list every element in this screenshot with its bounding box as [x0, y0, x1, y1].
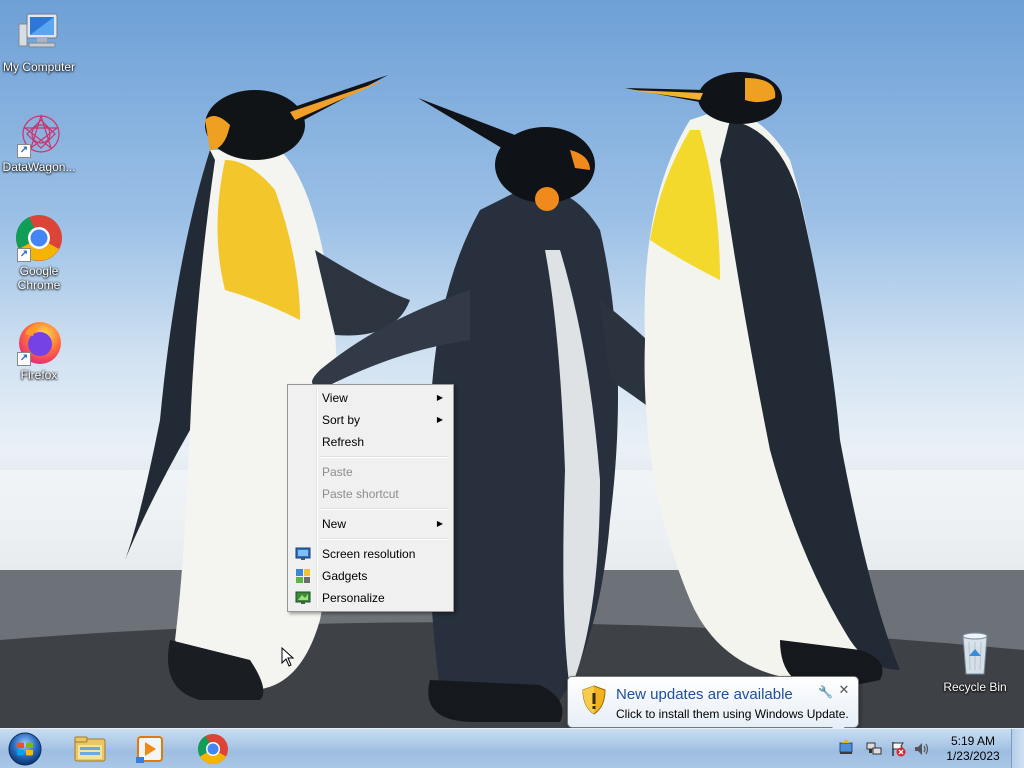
submenu-arrow-icon: ▶ — [436, 393, 443, 402]
menu-item-label: Screen resolution — [322, 547, 416, 561]
menu-item-paste-shortcut: Paste shortcut — [290, 483, 451, 505]
menu-item-gadgets[interactable]: Gadgets — [290, 565, 451, 587]
clock-date: 1/23/2023 — [946, 749, 1000, 763]
taskbar-clock[interactable]: 5:19 AM 1/23/2023 — [938, 734, 1008, 764]
notification-options-icon[interactable]: 🔧 — [818, 685, 833, 699]
desktop-icon-my-computer[interactable]: My Computer — [0, 10, 78, 74]
network-icon[interactable] — [866, 741, 882, 757]
menu-item-label: Personalize — [322, 591, 385, 605]
windows-update-tray-icon[interactable] — [838, 739, 854, 755]
desktop-icon-firefox[interactable]: ↗ Firefox — [0, 318, 78, 382]
menu-item-label: View — [322, 391, 348, 405]
menu-item-label: Sort by — [322, 413, 361, 427]
folder-icon — [74, 736, 106, 762]
menu-item-label: New — [322, 517, 347, 531]
desktop-context-menu: View ▶ Sort by ▶ Refresh Paste Paste sho… — [287, 384, 454, 612]
taskbar-google-chrome[interactable] — [185, 731, 241, 767]
volume-icon[interactable] — [914, 741, 930, 757]
clock-time: 5:19 AM — [950, 734, 996, 748]
mouse-cursor-icon — [281, 647, 295, 667]
desktop-icon-label: Firefox — [20, 368, 58, 382]
shortcut-arrow-icon: ↗ — [17, 352, 31, 366]
media-player-icon — [136, 736, 163, 763]
menu-item-label: Paste shortcut — [322, 487, 399, 501]
computer-icon — [15, 10, 63, 58]
taskbar-windows-explorer[interactable] — [62, 731, 118, 767]
desktop-icon-label: DataWagon... — [2, 160, 76, 174]
firefox-icon: ↗ — [15, 318, 63, 366]
taskbar-windows-media-player[interactable] — [122, 731, 178, 767]
menu-item-screen-resolution[interactable]: Screen resolution — [290, 543, 451, 565]
menu-item-refresh[interactable]: Refresh — [290, 431, 451, 453]
menu-separator — [320, 453, 451, 461]
start-button[interactable] — [5, 731, 45, 767]
chrome-icon: ↗ — [15, 214, 63, 262]
screen-resolution-icon — [295, 547, 311, 560]
penguins-wallpaper-image — [0, 72, 1024, 728]
menu-item-label: Gadgets — [322, 569, 368, 583]
notification-close-button[interactable]: ✕ — [837, 682, 851, 698]
gadgets-icon — [296, 569, 310, 583]
menu-item-label: Refresh — [322, 435, 365, 449]
menu-item-personalize[interactable]: Personalize — [290, 587, 451, 609]
menu-item-label: Paste — [322, 465, 353, 479]
menu-item-new[interactable]: New ▶ — [290, 513, 451, 535]
chrome-icon — [197, 734, 228, 765]
desktop-icon-google-chrome[interactable]: ↗ Google Chrome — [0, 214, 78, 292]
security-shield-icon — [582, 685, 606, 715]
desktop-icon-datawagon[interactable]: ↗ DataWagon... — [0, 110, 78, 174]
show-desktop-button[interactable] — [1011, 729, 1024, 768]
desktop-icon-label: Recycle Bin — [943, 680, 1007, 694]
desktop-icon-recycle-bin[interactable]: Recycle Bin — [936, 630, 1014, 694]
datawagon-icon: ↗ — [15, 110, 63, 158]
notification-body: Click to install them using Windows Upda… — [616, 707, 849, 721]
shortcut-arrow-icon: ↗ — [17, 248, 31, 262]
shortcut-arrow-icon: ↗ — [17, 144, 31, 158]
update-notification-balloon[interactable]: New updates are available Click to insta… — [567, 676, 859, 737]
desktop-icon-label: Google Chrome — [17, 264, 61, 292]
submenu-arrow-icon: ▶ — [436, 415, 443, 424]
taskbar: 5:19 AM 1/23/2023 — [0, 728, 1024, 768]
menu-item-view[interactable]: View ▶ — [290, 387, 451, 409]
recycle-bin-icon — [951, 630, 999, 678]
menu-item-sort-by[interactable]: Sort by ▶ — [290, 409, 451, 431]
menu-item-paste: Paste — [290, 461, 451, 483]
submenu-arrow-icon: ▶ — [436, 519, 443, 528]
menu-separator — [320, 535, 451, 543]
notification-title: New updates are available — [616, 686, 793, 703]
desktop-wallpaper[interactable] — [0, 0, 1024, 728]
personalize-icon — [295, 591, 311, 604]
desktop-icon-label: My Computer — [2, 60, 76, 74]
menu-separator — [320, 505, 451, 513]
action-center-icon[interactable] — [890, 741, 906, 757]
